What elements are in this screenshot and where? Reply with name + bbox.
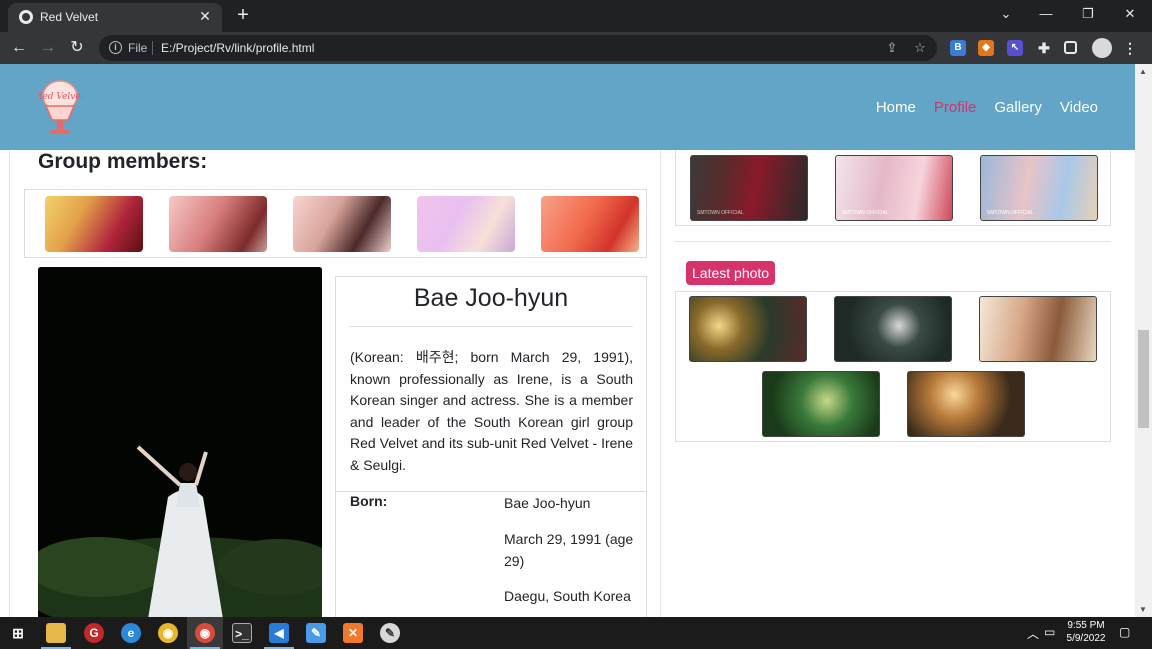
member-photo[interactable] [169, 196, 267, 252]
close-window-icon[interactable]: ✕ [1116, 3, 1144, 25]
profile-name: Bae Joo-hyun [413, 284, 569, 312]
clock-date: 5/9/2022 [1066, 633, 1106, 644]
profile-photo [38, 267, 322, 617]
page-scrollbar[interactable]: ▲ ▼ [1135, 64, 1152, 617]
nav-gallery-link[interactable]: Gallery [994, 99, 1042, 116]
close-tab-icon[interactable]: ✕ [196, 7, 214, 25]
video-thumbnails: SMTOWN OFFICIAL SMTOWN OFFICIAL SMTOWN O… [675, 144, 1111, 226]
browser-titlebar: Red Velvet ✕ + ⌄ — ❐ ✕ [0, 0, 1152, 32]
tab-title: Red Velvet [40, 10, 99, 24]
back-icon[interactable]: ← [8, 37, 30, 59]
new-tab-button[interactable]: + [232, 4, 254, 26]
browser-toolbar: ← → ↻ i File E:/Project/Rv/link/profile.… [0, 32, 1152, 64]
group-members-heading: Group members: [38, 150, 208, 173]
url-scheme-label: File [128, 41, 148, 55]
latest-photo[interactable] [834, 296, 952, 362]
member-photo[interactable] [45, 196, 143, 252]
globe-icon [19, 10, 33, 24]
latest-photo-badge: Latest photo [686, 261, 776, 285]
divider [152, 41, 153, 55]
system-clock[interactable]: 9:55 PM 5/9/2022 [1062, 619, 1110, 645]
latest-photo[interactable] [762, 371, 880, 437]
scroll-thumb[interactable] [1138, 330, 1149, 428]
born-label: Born: [350, 493, 388, 509]
side-panel-icon[interactable] [1064, 41, 1077, 54]
tray-chevron-icon[interactable]: ︿ [1027, 625, 1039, 642]
chrome-profile-icon[interactable]: ◉ [195, 623, 215, 643]
file-explorer-icon[interactable] [46, 623, 66, 643]
extension-bitwarden-icon[interactable]: B [950, 40, 966, 56]
nav-video-link[interactable]: Video [1060, 99, 1098, 116]
member-photo[interactable] [293, 196, 391, 252]
nav-home-link[interactable]: Home [876, 99, 916, 116]
edge-icon[interactable]: e [121, 623, 141, 643]
terminal-icon[interactable]: >_ [232, 623, 252, 643]
latest-photo[interactable] [689, 296, 807, 362]
born-name: Bae Joo-hyun [504, 495, 591, 511]
divider [350, 326, 633, 327]
profile-info-card: Bae Joo-hyun (Korean: 배주현; born March 29… [335, 276, 647, 617]
forward-icon[interactable]: → [37, 37, 59, 59]
divider [675, 241, 1111, 242]
latest-photo[interactable] [907, 371, 1025, 437]
windows-start-icon[interactable]: ⊞ [8, 623, 28, 643]
profile-bio: (Korean: 배주현; born March 29, 1991), know… [350, 349, 633, 473]
restore-icon[interactable]: ❐ [1074, 3, 1102, 25]
network-icon[interactable]: ▭ [1044, 625, 1055, 639]
scroll-down-arrow-icon[interactable]: ▼ [1139, 605, 1147, 614]
clock-time: 9:55 PM [1067, 620, 1105, 631]
profile-main-column: Group members: Bae Joo-hyun (Korean: 배주현… [9, 150, 661, 617]
bookmark-star-icon[interactable]: ☆ [912, 40, 928, 56]
member-photo[interactable] [541, 196, 639, 252]
reload-icon[interactable]: ↻ [66, 37, 88, 59]
nav-profile-link[interactable]: Profile [934, 99, 977, 116]
chrome-icon[interactable]: ◉ [158, 623, 178, 643]
watermark-text: SMTOWN OFFICIAL [842, 210, 889, 216]
site-logo[interactable]: Red Velvet [38, 76, 82, 138]
extensions-puzzle-icon[interactable]: ✚ [1036, 40, 1052, 56]
sidebar-column: SMTOWN OFFICIAL SMTOWN OFFICIAL SMTOWN O… [661, 144, 1135, 617]
menu-kebab-icon[interactable]: ⋮ [1122, 40, 1138, 56]
tab-search-icon[interactable]: ⌄ [992, 3, 1020, 25]
vscode-icon[interactable]: ◀ [269, 623, 289, 643]
extension-cursor-icon[interactable]: ↖ [1007, 40, 1023, 56]
main-nav: Home Profile Gallery Video [876, 99, 1098, 116]
extension-metamask-icon[interactable]: ◆ [978, 40, 994, 56]
watermark-text: SMTOWN OFFICIAL [987, 210, 1034, 216]
paint-icon[interactable]: ✎ [380, 623, 400, 643]
profile-photo-image [38, 267, 322, 617]
video-thumbnail[interactable]: SMTOWN OFFICIAL [835, 155, 953, 221]
share-icon[interactable]: ⇪ [884, 40, 900, 56]
video-thumbnail[interactable]: SMTOWN OFFICIAL [690, 155, 808, 221]
latest-photo[interactable] [979, 296, 1097, 362]
scroll-up-arrow-icon[interactable]: ▲ [1139, 67, 1147, 76]
notepad-icon[interactable]: ✎ [306, 623, 326, 643]
members-strip [24, 189, 647, 258]
garena-icon[interactable]: G [84, 623, 104, 643]
divider [336, 491, 646, 492]
video-thumbnail[interactable]: SMTOWN OFFICIAL [980, 155, 1098, 221]
site-header: Red Velvet Home Profile Gallery Video [0, 64, 1135, 150]
windows-taskbar: ⊞ G e ◉ ◉ >_ ◀ ✎ ✕ ✎ ︿ ▭ 9:55 PM 5/9/202… [0, 617, 1152, 649]
logo-text: Red Velvet [38, 92, 82, 102]
member-photo[interactable] [417, 196, 515, 252]
watermark-text: SMTOWN OFFICIAL [697, 210, 744, 216]
born-place: Daegu, South Korea [504, 588, 631, 604]
minimize-icon[interactable]: — [1032, 3, 1060, 25]
profile-avatar[interactable] [1092, 38, 1112, 58]
browser-tab[interactable]: Red Velvet ✕ [8, 3, 222, 32]
latest-photos [675, 291, 1111, 442]
info-icon[interactable]: i [109, 41, 122, 54]
address-bar[interactable]: i File E:/Project/Rv/link/profile.html ⇪… [99, 35, 937, 61]
page-viewport: Red Velvet Home Profile Gallery Video Gr… [0, 64, 1135, 617]
xampp-icon[interactable]: ✕ [343, 623, 363, 643]
notification-icon[interactable]: ▢ [1119, 625, 1130, 639]
born-date: March 29, 1991 (age 29) [504, 531, 634, 569]
url-text[interactable]: E:/Project/Rv/link/profile.html [161, 41, 314, 55]
